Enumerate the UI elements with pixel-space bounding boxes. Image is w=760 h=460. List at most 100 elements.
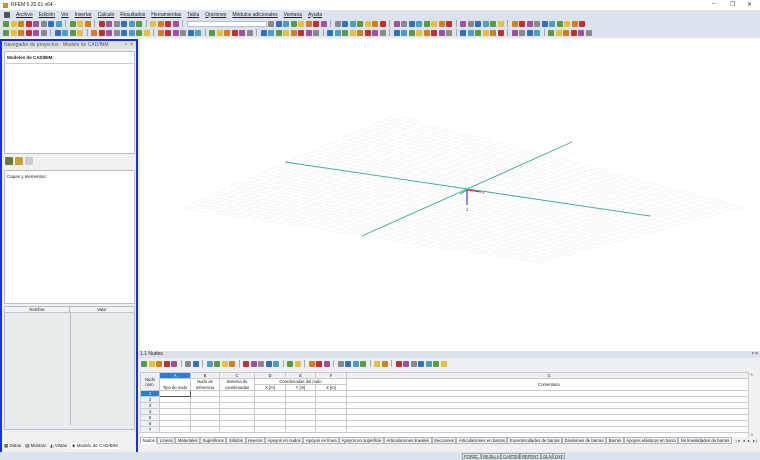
toolbar-button-icon[interactable] (360, 360, 366, 367)
toolbar-button-icon[interactable] (18, 20, 24, 27)
layers-list[interactable]: Capas y elementos: (4, 170, 135, 304)
toolbar-button-icon[interactable] (157, 20, 164, 27)
toolbar-button-icon[interactable] (298, 20, 304, 27)
toolbar-button-icon[interactable] (403, 360, 409, 367)
table-tab[interactable]: Nudos (140, 437, 158, 444)
table-row[interactable]: 7 (140, 426, 752, 433)
toolbar-button-icon[interactable] (121, 29, 127, 36)
toolbar-button-icon[interactable] (305, 29, 312, 36)
delete-icon[interactable] (25, 157, 33, 165)
menu-item[interactable]: Resultados (120, 12, 145, 18)
menu-item[interactable]: Herramientas (151, 12, 181, 18)
view-select-input[interactable] (186, 20, 267, 27)
toolbar-button-icon[interactable] (357, 20, 363, 27)
toolbar-button-icon[interactable] (33, 20, 39, 27)
toolbar-button-icon[interactable] (320, 20, 327, 27)
toolbar-button-icon[interactable] (121, 20, 127, 27)
toolbar-button-icon[interactable] (69, 20, 76, 27)
status-toggle-refent[interactable]: REFENT (520, 453, 541, 459)
toolbar-button-icon[interactable] (187, 29, 194, 36)
toolbar-button-icon[interactable] (165, 29, 171, 36)
menu-item[interactable]: Módulos adicionales (232, 12, 277, 18)
toolbar-button-icon[interactable] (564, 20, 570, 27)
toolbar-button-icon[interactable] (165, 20, 171, 27)
toolbar-button-icon[interactable] (497, 29, 504, 36)
toolbar-button-icon[interactable] (305, 20, 312, 27)
toolbar-button-icon[interactable] (526, 20, 533, 27)
toolbar-button-icon[interactable] (438, 20, 445, 27)
model-grid-canvas[interactable]: XZ (140, 39, 760, 351)
toolbar-button-icon[interactable] (401, 29, 407, 36)
toolbar-button-icon[interactable] (18, 29, 24, 36)
navigator-close-button[interactable]: × (130, 41, 133, 49)
toolbar-button-icon[interactable] (294, 360, 301, 367)
table-tab[interactable]: Apoyos en línea (303, 437, 340, 444)
toolbar-button-icon[interactable] (156, 360, 162, 367)
table-cell[interactable] (254, 426, 286, 433)
toolbar-button-icon[interactable] (342, 29, 348, 36)
menu-item[interactable]: Archivo (16, 12, 33, 18)
toolbar-button-icon[interactable] (334, 29, 341, 36)
toolbar-button-icon[interactable] (433, 360, 439, 367)
toolbar-button-icon[interactable] (337, 360, 344, 367)
app-menu-icon[interactable] (4, 11, 10, 18)
toolbar-button-icon[interactable] (77, 29, 83, 36)
toolbar-button-icon[interactable] (349, 20, 356, 27)
toolbar-button-icon[interactable] (106, 20, 112, 27)
toolbar-button-icon[interactable] (364, 20, 371, 27)
toolbar-button-icon[interactable] (482, 20, 489, 27)
toolbar-button-icon[interactable] (393, 20, 400, 27)
toolbar-button-icon[interactable] (171, 360, 177, 367)
restore-button[interactable]: ❐ (730, 1, 735, 8)
status-toggle-cartes[interactable]: CARTES (501, 453, 520, 459)
toolbar-button-icon[interactable] (231, 29, 238, 36)
table-tab[interactable]: Superficies (200, 437, 227, 444)
toolbar-button-icon[interactable] (519, 29, 525, 36)
toolbar-button-icon[interactable] (275, 20, 282, 27)
table-cell[interactable] (219, 426, 255, 433)
toolbar-button-icon[interactable] (526, 29, 533, 36)
table-tab[interactable]: Excentricidades de barras (507, 437, 563, 444)
toolbar-button-icon[interactable] (460, 29, 466, 36)
toolbar-button-icon[interactable] (91, 29, 97, 36)
toolbar-button-icon[interactable] (410, 360, 417, 367)
toolbar-button-icon[interactable] (48, 20, 54, 27)
toolbar-button-icon[interactable] (239, 29, 245, 36)
toolbar-button-icon[interactable] (98, 20, 105, 27)
toolbar-button-icon[interactable] (84, 20, 91, 27)
toolbar-button-icon[interactable] (401, 20, 407, 27)
toolbar-button-icon[interactable] (408, 29, 415, 36)
close-button[interactable]: ✕ (747, 1, 752, 8)
toolbar-button-icon[interactable] (224, 29, 230, 36)
toolbar-button-icon[interactable] (393, 29, 400, 36)
table-close-button[interactable]: ᵖ × (752, 351, 758, 358)
nodes-table[interactable]: Nudo núm. A B C D E F G Tipo de nudo Nudo… (140, 372, 754, 437)
menu-item[interactable]: Ayuda (308, 12, 322, 18)
toolbar-button-icon[interactable] (556, 20, 563, 27)
toolbar-button-icon[interactable] (192, 360, 199, 367)
toolbar-button-icon[interactable] (273, 360, 279, 367)
toolbar-button-icon[interactable] (345, 360, 351, 367)
toolbar-button-icon[interactable] (3, 29, 9, 36)
table-tab[interactable]: No linealidades de barras (678, 437, 732, 444)
toolbar-button-icon[interactable] (106, 29, 112, 36)
tab-mostrar[interactable]: ▤ Mostrar (25, 443, 46, 449)
toolbar-button-icon[interactable] (416, 20, 422, 27)
toolbar-button-icon[interactable] (258, 360, 264, 367)
status-toggle-forzc[interactable]: FORZC (462, 453, 481, 459)
toolbar-button-icon[interactable] (467, 20, 474, 27)
table-cell[interactable] (315, 426, 347, 433)
toolbar-button-icon[interactable] (113, 29, 120, 36)
toolbar-button-icon[interactable] (172, 20, 179, 27)
table-tab[interactable]: Articulaciones en barras (456, 437, 508, 444)
open-folder-icon[interactable] (15, 157, 23, 165)
toolbar-button-icon[interactable] (374, 360, 380, 367)
toolbar-button-icon[interactable] (541, 20, 548, 27)
menu-item[interactable]: Ventana (284, 12, 302, 18)
toolbar-button-icon[interactable] (534, 20, 540, 27)
toolbar-button-icon[interactable] (334, 20, 341, 27)
toolbar-button-icon[interactable] (246, 29, 253, 36)
table-tab[interactable]: Divisiones de barras (562, 437, 607, 444)
toolbar-button-icon[interactable] (548, 29, 554, 36)
toolbar-button-icon[interactable] (283, 20, 289, 27)
